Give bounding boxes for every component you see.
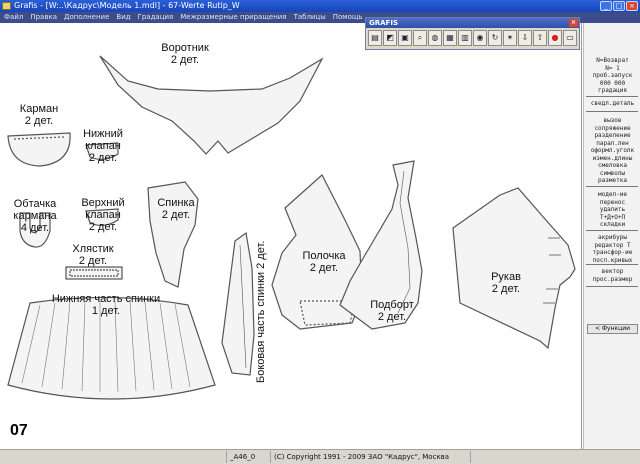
divider <box>586 111 638 112</box>
grafis-toolbar[interactable]: GRAFIS × ▤ ◩ ▣ ⌕ ◍ ▦ ▥ ◉ ↻ ✶ ⇩ ⇧ ● ▭ <box>365 17 580 50</box>
menu-increments[interactable]: Межразмерные приращения <box>180 12 286 23</box>
status-bar: _A46_0 (C) Copyright 1991 - 2009 ЗАО "Ка… <box>0 449 640 464</box>
command-group-vector[interactable]: вектор прос.размер <box>585 268 640 283</box>
screen-icon[interactable]: ▭ <box>563 30 577 46</box>
insert-icon[interactable]: ⇩ <box>518 30 532 46</box>
half-belt-piece <box>65 266 123 280</box>
label-half-belt: Хлястик 2 дет. <box>72 243 114 267</box>
command-group-tools[interactable]: акрибуры редактор Т трансфор-ие посл.кривы… <box>585 234 640 264</box>
divider <box>586 186 638 187</box>
menu-tables[interactable]: Таблицы <box>294 12 326 23</box>
label-front: Полочка 2 дет. <box>302 250 346 274</box>
label-upper-flap: Верхний клапан 2 дет. <box>81 197 125 233</box>
page-number: 07 <box>10 422 28 439</box>
menu-grading[interactable]: Градация <box>138 12 174 23</box>
maximize-button[interactable]: □ <box>613 1 625 11</box>
status-group[interactable]: N=Возврат N= 1 проб.запуск 000 000 градаци… <box>585 57 640 95</box>
save-icon[interactable]: ▣ <box>398 30 412 46</box>
rotate-icon[interactable]: ↻ <box>488 30 502 46</box>
menu-view[interactable]: Вид <box>116 12 130 23</box>
drawing-canvas[interactable]: Воротник 2 дет. Карман 2 дет. Нижний клапа… <box>0 23 582 449</box>
divider <box>586 264 638 265</box>
menu-addon[interactable]: Дополнение <box>64 12 109 23</box>
label-side-back: Боковая часть спинки 2 дет. <box>255 240 267 383</box>
divider <box>586 230 638 231</box>
label-back: Спинка 2 дет. <box>157 197 195 221</box>
toolbar-title: GRAFIS <box>369 19 398 27</box>
layers-icon[interactable]: ◩ <box>383 30 397 46</box>
collar-piece <box>99 55 324 155</box>
sleeve-piece <box>452 187 576 350</box>
command-group-model[interactable]: модел-ие перенос удалить Т+Д+О+П складки <box>585 191 640 229</box>
status-size: _A46_0 <box>226 451 270 463</box>
zoom-icon[interactable]: ◍ <box>428 30 442 46</box>
divider <box>586 96 638 97</box>
menu-help[interactable]: Помощь <box>333 12 363 23</box>
menu-file[interactable]: Файл <box>4 12 23 23</box>
table-icon[interactable]: ▦ <box>443 30 457 46</box>
label-pocket-facing: Обтачка кармана 4 дет. <box>13 198 57 234</box>
window-title: Grafis - [W:..\Кадрус\Модель 1.mdl] - 67… <box>14 1 240 10</box>
status-copyright: (C) Copyright 1991 - 2009 ЗАО "Кадрус", … <box>270 451 470 463</box>
toolbar-close-button[interactable]: × <box>569 19 578 27</box>
globe-icon[interactable]: ◉ <box>473 30 487 46</box>
label-pocket: Карман 2 дет. <box>19 103 59 127</box>
status-cell-right <box>470 451 640 463</box>
side-back-piece <box>221 231 255 376</box>
close-button[interactable]: × <box>626 1 638 11</box>
label-facing: Подборт 2 дет. <box>370 299 414 323</box>
toolbar-title-bar[interactable]: GRAFIS × <box>366 18 579 28</box>
minimize-button[interactable]: _ <box>600 1 612 11</box>
app-icon <box>2 2 11 10</box>
divider <box>586 286 638 287</box>
command-group-details[interactable]: сведл.деталь <box>585 100 640 108</box>
star-icon[interactable]: ✶ <box>503 30 517 46</box>
command-panel: N=Возврат N= 1 проб.запуск 000 000 градаци… <box>583 23 640 449</box>
export-icon[interactable]: ⇧ <box>533 30 547 46</box>
open-icon[interactable]: ▤ <box>368 30 382 46</box>
command-group-edit[interactable]: вызов сопряжение разделение парал.лен офор… <box>585 117 640 185</box>
find-icon[interactable]: ⌕ <box>413 30 427 46</box>
status-cell-empty <box>0 451 226 463</box>
title-bar: Grafis - [W:..\Кадрус\Модель 1.mdl] - 67… <box>0 0 640 12</box>
label-lower-flap: Нижний клапан 2 дет. <box>83 128 123 164</box>
grid-icon[interactable]: ▥ <box>458 30 472 46</box>
label-collar: Воротник 2 дет. <box>161 42 209 66</box>
label-sleeve: Рукав 2 дет. <box>491 271 521 295</box>
pattern-drawing <box>7 55 576 400</box>
stop-icon[interactable]: ● <box>548 30 562 46</box>
menu-edit[interactable]: Правка <box>30 12 57 23</box>
label-lower-back: Нижняя часть спинки 1 дет. <box>51 293 161 317</box>
functions-button[interactable]: < Функции <box>587 324 638 334</box>
